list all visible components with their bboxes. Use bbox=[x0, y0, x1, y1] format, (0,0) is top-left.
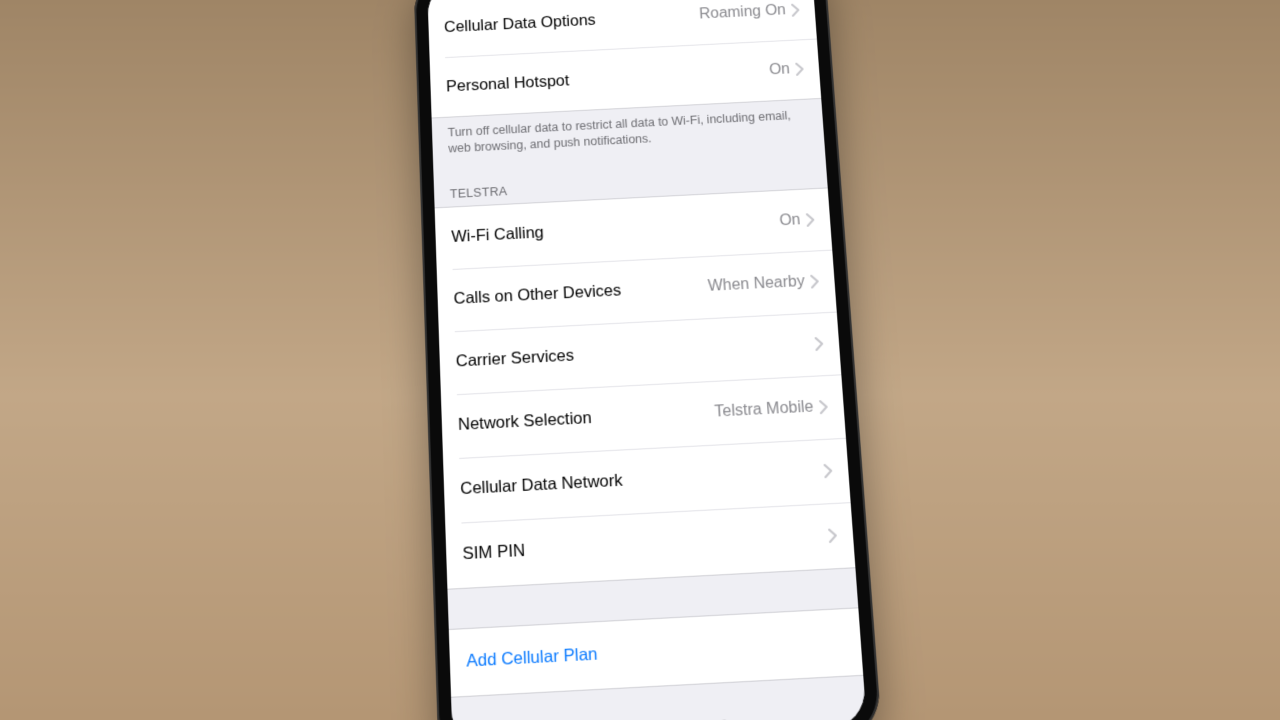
cellular-data-options-label: Cellular Data Options bbox=[444, 6, 700, 36]
cellular-top-rows: Cellular Data Cellular Data Options Roam… bbox=[427, 0, 821, 118]
sim-pin-label: SIM PIN bbox=[462, 526, 829, 565]
chevron-right-icon bbox=[810, 274, 819, 288]
chevron-right-icon bbox=[795, 62, 804, 75]
calls-other-devices-value: When Nearby bbox=[707, 273, 805, 295]
chevron-right-icon bbox=[815, 337, 824, 351]
wifi-calling-label: Wi-Fi Calling bbox=[451, 212, 780, 247]
phone-screen: Cellular Data Cellular Data Options Roam… bbox=[427, 0, 867, 720]
chevron-right-icon bbox=[806, 213, 815, 227]
chevron-right-icon bbox=[824, 463, 833, 477]
carrier-rows: Wi-Fi Calling On Calls on Other Devices … bbox=[435, 187, 856, 589]
wifi-calling-value: On bbox=[779, 212, 801, 230]
phone-frame: Cellular Data Cellular Data Options Roam… bbox=[413, 0, 882, 720]
cellular-top-group: Cellular Data Cellular Data Options Roam… bbox=[427, 0, 825, 163]
personal-hotspot-value: On bbox=[769, 61, 791, 79]
chevron-right-icon bbox=[791, 3, 800, 16]
carrier-group: TELSTRA Wi-Fi Calling On Calls on Other … bbox=[433, 144, 855, 590]
chevron-right-icon bbox=[819, 400, 828, 414]
cellular-data-network-label: Cellular Data Network bbox=[460, 461, 825, 499]
network-selection-value: Telstra Mobile bbox=[714, 398, 814, 421]
add-cellular-plan-label: Add Cellular Plan bbox=[466, 632, 845, 672]
chevron-right-icon bbox=[828, 528, 837, 543]
carrier-services-label: Carrier Services bbox=[456, 335, 816, 372]
calls-other-devices-label: Calls on Other Devices bbox=[453, 278, 708, 309]
cellular-data-options-value: Roaming On bbox=[699, 2, 787, 23]
network-selection-label: Network Selection bbox=[458, 403, 715, 435]
settings-scroll-content: Cellular Data Cellular Data Options Roam… bbox=[427, 0, 867, 720]
personal-hotspot-label: Personal Hotspot bbox=[446, 62, 770, 96]
